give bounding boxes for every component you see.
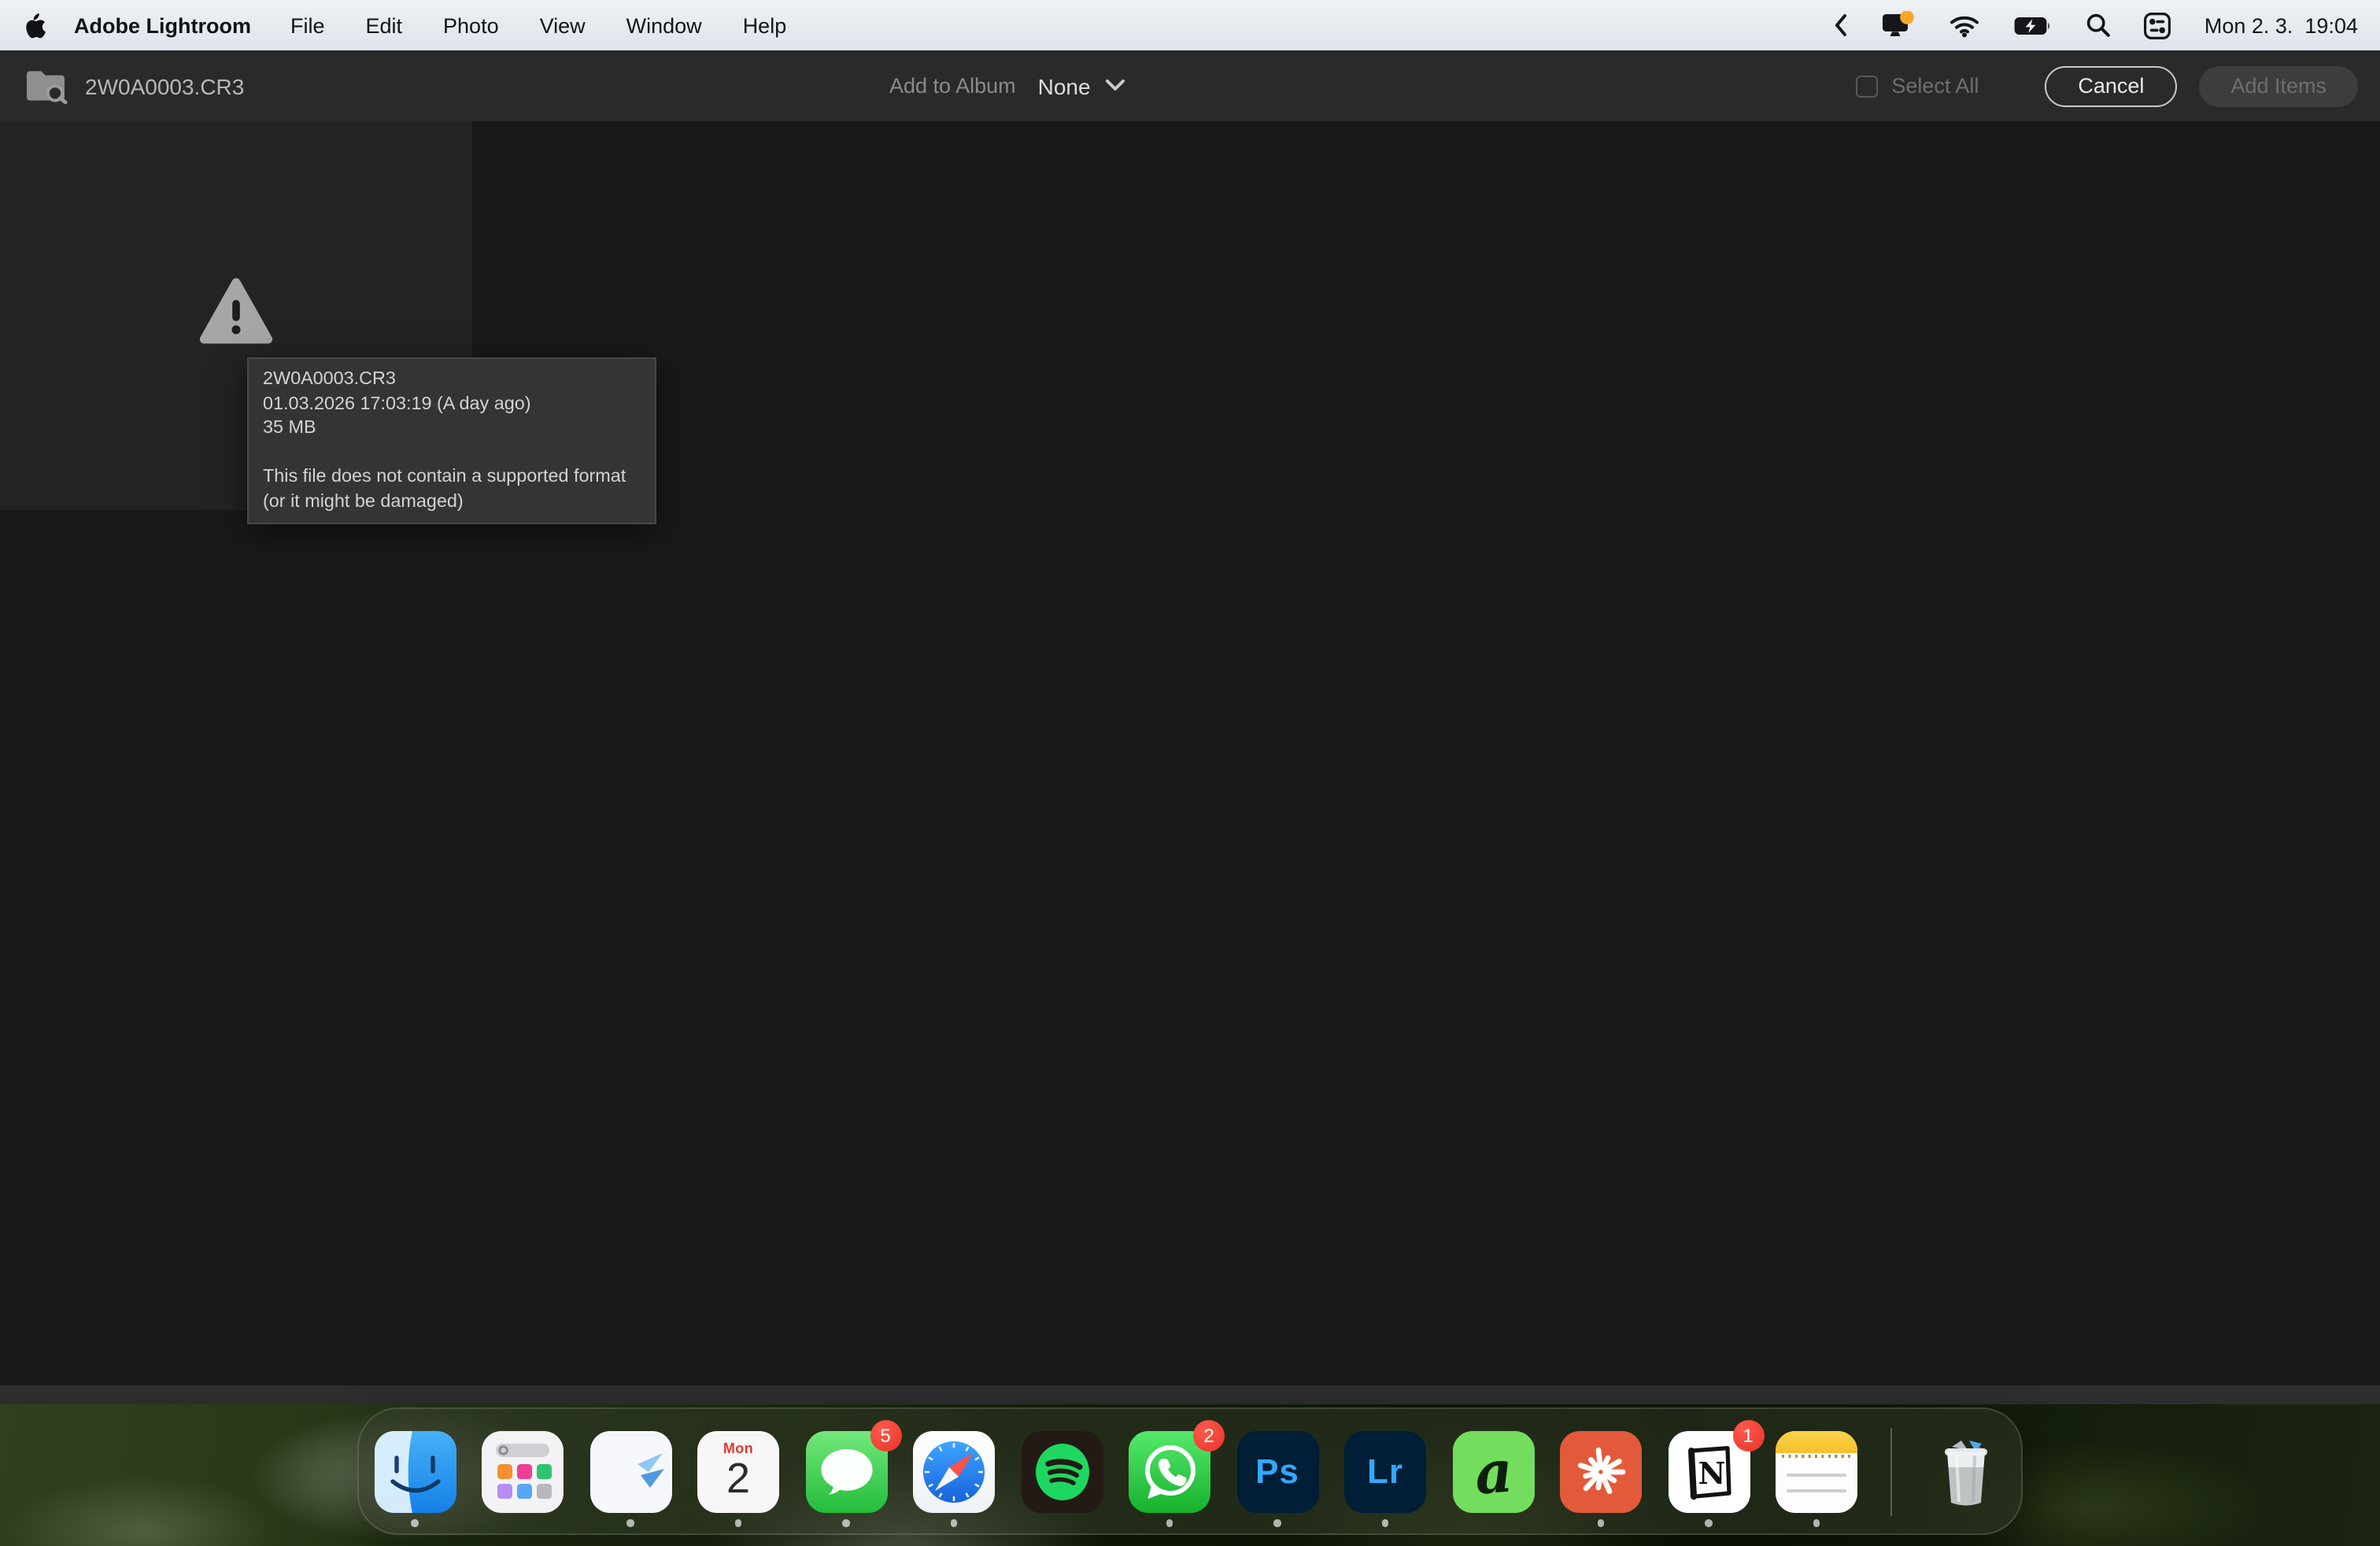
photo-grid: 2W0A0003.CR3 01.03.2026 17:03:19 (A day … xyxy=(0,121,2380,1385)
launchpad-icon xyxy=(482,1430,564,1512)
tooltip-error-line1: This file does not contain a supported f… xyxy=(263,465,641,490)
dock-item-finder[interactable] xyxy=(374,1430,456,1512)
tooltip-filesize: 35 MB xyxy=(263,416,641,440)
dock-item-trash[interactable] xyxy=(1924,1430,2006,1512)
dock-item-blue-bird-app[interactable] xyxy=(589,1430,671,1512)
tooltip-modified: 01.03.2026 17:03:19 (A day ago) xyxy=(263,391,641,416)
finder-icon xyxy=(374,1430,456,1512)
blue-bird-app-icon xyxy=(589,1430,671,1512)
dock-separator xyxy=(1890,1427,1892,1515)
active-app-name[interactable]: Adobe Lightroom xyxy=(74,13,251,37)
dock-item-safari[interactable] xyxy=(913,1430,995,1512)
running-indicator xyxy=(950,1519,957,1526)
tooltip-spacer xyxy=(263,441,641,465)
folder-search-icon xyxy=(25,68,68,104)
running-indicator xyxy=(626,1519,634,1526)
dock-item-lightroom[interactable]: Lr xyxy=(1344,1430,1426,1512)
apple-menu[interactable] xyxy=(22,11,46,39)
amie-glyph: a xyxy=(1472,1435,1514,1507)
tooltip-filename: 2W0A0003.CR3 xyxy=(263,367,641,391)
dock-item-amie[interactable]: a xyxy=(1452,1430,1534,1512)
spotify-icon xyxy=(1021,1430,1103,1512)
running-indicator xyxy=(1273,1519,1281,1526)
badge: 2 xyxy=(1193,1419,1225,1451)
import-header: 2W0A0003.CR3 Add to Album None Select Al… xyxy=(0,50,2380,121)
dock-item-whatsapp[interactable]: 2 xyxy=(1129,1430,1210,1512)
menu-file[interactable]: File xyxy=(290,13,325,37)
running-indicator xyxy=(411,1519,418,1526)
dock-item-apps-launchpad[interactable] xyxy=(482,1430,564,1512)
menu-view[interactable]: View xyxy=(540,13,586,37)
running-indicator xyxy=(842,1519,849,1526)
dock: Mon 2 5 xyxy=(357,1407,2023,1535)
control-center-icon[interactable] xyxy=(2145,12,2171,39)
dock-item-asterisk-burst[interactable] xyxy=(1560,1430,1642,1512)
add-to-album-control: Add to Album None xyxy=(889,50,1125,121)
running-indicator xyxy=(734,1519,741,1526)
chevron-down-icon[interactable] xyxy=(1105,79,1125,93)
svg-text:N: N xyxy=(1698,1455,1725,1490)
photoshop-label: Ps xyxy=(1255,1451,1299,1492)
header-actions: Select All Cancel Add Items xyxy=(1855,50,2358,121)
add-to-album-label: Add to Album xyxy=(889,74,1016,98)
notes-icon xyxy=(1776,1430,1857,1512)
apple-icon xyxy=(22,11,46,39)
wifi-icon[interactable] xyxy=(1949,13,1981,38)
trash-icon xyxy=(1924,1430,2006,1512)
dock-item-spotify[interactable] xyxy=(1021,1430,1103,1512)
battery-charging-icon[interactable] xyxy=(2014,15,2053,35)
notes-perforation xyxy=(1782,1455,1851,1457)
running-indicator xyxy=(1166,1519,1173,1526)
badge: 5 xyxy=(870,1419,901,1451)
notes-line xyxy=(1787,1489,1846,1492)
menu-edit[interactable]: Edit xyxy=(366,13,403,37)
file-title-group: 2W0A0003.CR3 xyxy=(25,50,244,121)
calendar-weekday: Mon xyxy=(723,1440,753,1455)
file-info-tooltip: 2W0A0003.CR3 01.03.2026 17:03:19 (A day … xyxy=(247,357,656,523)
notes-line xyxy=(1787,1473,1846,1476)
dock-item-calendar[interactable]: Mon 2 xyxy=(697,1430,779,1512)
select-all-checkbox[interactable] xyxy=(1855,75,1877,97)
display-notification-icon[interactable] xyxy=(1882,11,1916,39)
running-indicator xyxy=(1381,1519,1388,1526)
chevron-left-icon[interactable] xyxy=(1833,13,1849,38)
safari-icon xyxy=(913,1430,995,1512)
menu-window[interactable]: Window xyxy=(626,13,702,37)
dock-item-notion[interactable]: N 1 xyxy=(1668,1430,1750,1512)
select-all-control[interactable]: Select All xyxy=(1855,74,1979,98)
lightroom-icon: Lr xyxy=(1344,1430,1426,1512)
dock-item-messages[interactable]: 5 xyxy=(805,1430,887,1512)
dock-item-photoshop[interactable]: Ps xyxy=(1236,1430,1318,1512)
asterisk-burst-icon xyxy=(1560,1430,1642,1512)
dock-item-notes[interactable] xyxy=(1776,1430,1857,1512)
running-indicator xyxy=(1705,1519,1712,1526)
amie-icon: a xyxy=(1452,1430,1534,1512)
running-indicator xyxy=(1813,1519,1820,1526)
badge: 1 xyxy=(1732,1419,1764,1451)
cancel-button[interactable]: Cancel xyxy=(2045,65,2177,106)
photoshop-icon: Ps xyxy=(1236,1430,1318,1512)
warning-triangle-icon xyxy=(198,272,274,348)
spotlight-search-icon[interactable] xyxy=(2086,13,2112,38)
menu-photo[interactable]: Photo xyxy=(443,13,499,37)
notes-yellow-band xyxy=(1776,1430,1857,1453)
calendar-day: 2 xyxy=(726,1455,750,1500)
page-title: 2W0A0003.CR3 xyxy=(85,73,244,98)
menu-bar: Adobe Lightroom File Edit Photo View Win… xyxy=(0,0,2380,50)
lightroom-window: 2W0A0003.CR3 Add to Album None Select Al… xyxy=(0,50,2380,1404)
add-items-button[interactable]: Add Items xyxy=(2199,65,2358,106)
select-all-label: Select All xyxy=(1891,74,1979,98)
running-indicator xyxy=(1597,1519,1604,1526)
album-select[interactable]: None xyxy=(1038,73,1091,98)
window-bottom-bar xyxy=(0,1385,2380,1404)
menu-bar-clock[interactable]: Mon 2. 3. 19:04 xyxy=(2204,13,2358,37)
menu-help[interactable]: Help xyxy=(743,13,787,37)
lightroom-label: Lr xyxy=(1367,1451,1403,1492)
tooltip-error-line2: (or it might be damaged) xyxy=(263,490,641,514)
calendar-icon: Mon 2 xyxy=(697,1430,779,1512)
desktop: Adobe Lightroom File Edit Photo View Win… xyxy=(0,0,2380,1546)
